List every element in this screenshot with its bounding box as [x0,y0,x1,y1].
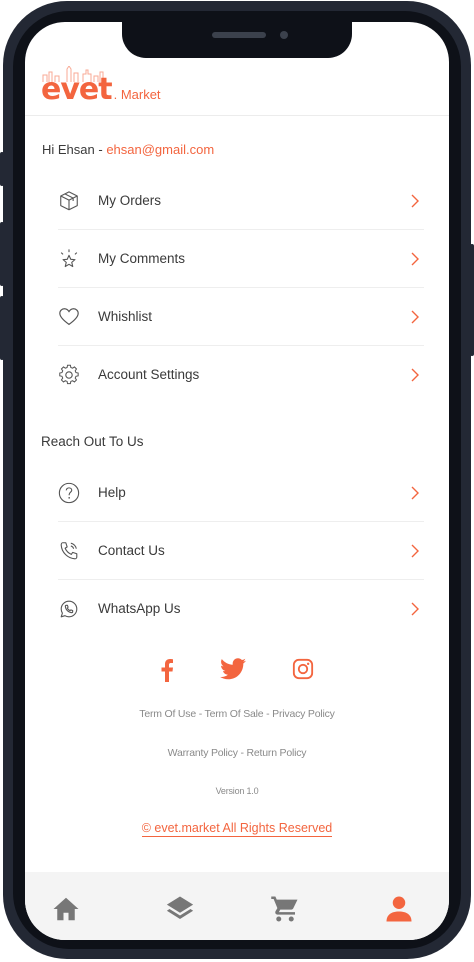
chevron-right-icon [411,310,419,324]
menu-label: My Comments [98,251,186,266]
menu-label: Whishlist [98,309,153,324]
menu-item-whatsapp-us[interactable]: WhatsApp Us [58,580,424,638]
user-greeting: Hi Ehsan - ehsan@gmail.com [42,142,214,157]
menu-label: My Orders [98,193,162,208]
return-policy-link[interactable]: Return Policy [247,747,307,759]
warranty-policy-link[interactable]: Warranty Policy [168,747,238,759]
twitter-icon[interactable] [220,658,246,680]
user-icon[interactable] [384,894,414,924]
chevron-right-icon [411,544,419,558]
gear-icon [59,364,79,385]
menu-label: Help [98,485,126,500]
layers-icon[interactable] [165,894,195,924]
policy-links-row-2: Warranty Policy - Return Policy [25,747,449,759]
chevron-right-icon [411,252,419,266]
power-button [470,244,474,356]
chevron-right-icon [411,602,419,616]
user-email: ehsan@gmail.com [106,142,215,157]
menu-item-wishlist[interactable]: Whishlist [58,288,424,346]
menu-label: Contact Us [98,543,165,558]
copyright-notice[interactable]: © evet.market All Rights Reserved [25,821,449,837]
facebook-icon[interactable] [160,658,174,682]
reach-out-menu: Help Contact Us WhatsApp Us [58,464,424,638]
menu-item-help[interactable]: Help [58,464,424,522]
menu-label: Account Settings [98,367,200,382]
skyline-icon [42,66,104,82]
chevron-right-icon [411,194,419,208]
social-links [25,658,449,688]
chevron-right-icon [411,368,419,382]
copyright-text: © evet.market All Rights Reserved [141,821,333,837]
phone-notch [122,22,352,58]
cart-icon[interactable] [270,894,300,924]
star-icon [60,249,78,268]
front-camera [280,31,288,39]
reach-out-title: Reach Out To Us [41,434,144,449]
volume-up-button [0,222,4,286]
chevron-right-icon [411,486,419,500]
question-icon [58,482,80,504]
home-icon[interactable] [51,894,81,924]
menu-item-my-orders[interactable]: My Orders [58,172,424,230]
menu-item-contact-us[interactable]: Contact Us [58,522,424,580]
account-menu: My Orders My Comments Whishlist Account … [58,172,424,404]
whatsapp-icon [60,600,78,618]
instagram-icon[interactable] [292,658,314,680]
box-icon [60,191,78,211]
volume-down-button [0,296,4,360]
menu-label: WhatsApp Us [98,601,181,616]
menu-item-my-comments[interactable]: My Comments [58,230,424,288]
bottom-navigation [25,872,449,940]
phone-icon [60,542,78,560]
app-screen: evet. Market Hi Ehsan - ehsan@gmail.com … [25,22,449,940]
mute-switch [0,152,4,186]
logo-suffix: . Market [113,87,161,102]
privacy-policy-link[interactable]: Privacy Policy [272,708,335,720]
term-of-use-link[interactable]: Term Of Use [139,708,196,720]
link-separator: - [263,708,273,720]
app-version: Version 1.0 [215,786,259,796]
term-of-sale-link[interactable]: Term Of Sale [205,708,264,720]
link-separator: - [237,747,247,759]
heart-icon [59,308,79,326]
policy-links-row-1: Term Of Use - Term Of Sale - Privacy Pol… [25,708,449,720]
app-logo[interactable]: evet. Market [41,66,161,107]
menu-item-account-settings[interactable]: Account Settings [58,346,424,404]
link-separator: - [196,708,205,720]
speaker-grille [212,32,266,38]
greeting-name: Hi Ehsan - [42,142,107,157]
